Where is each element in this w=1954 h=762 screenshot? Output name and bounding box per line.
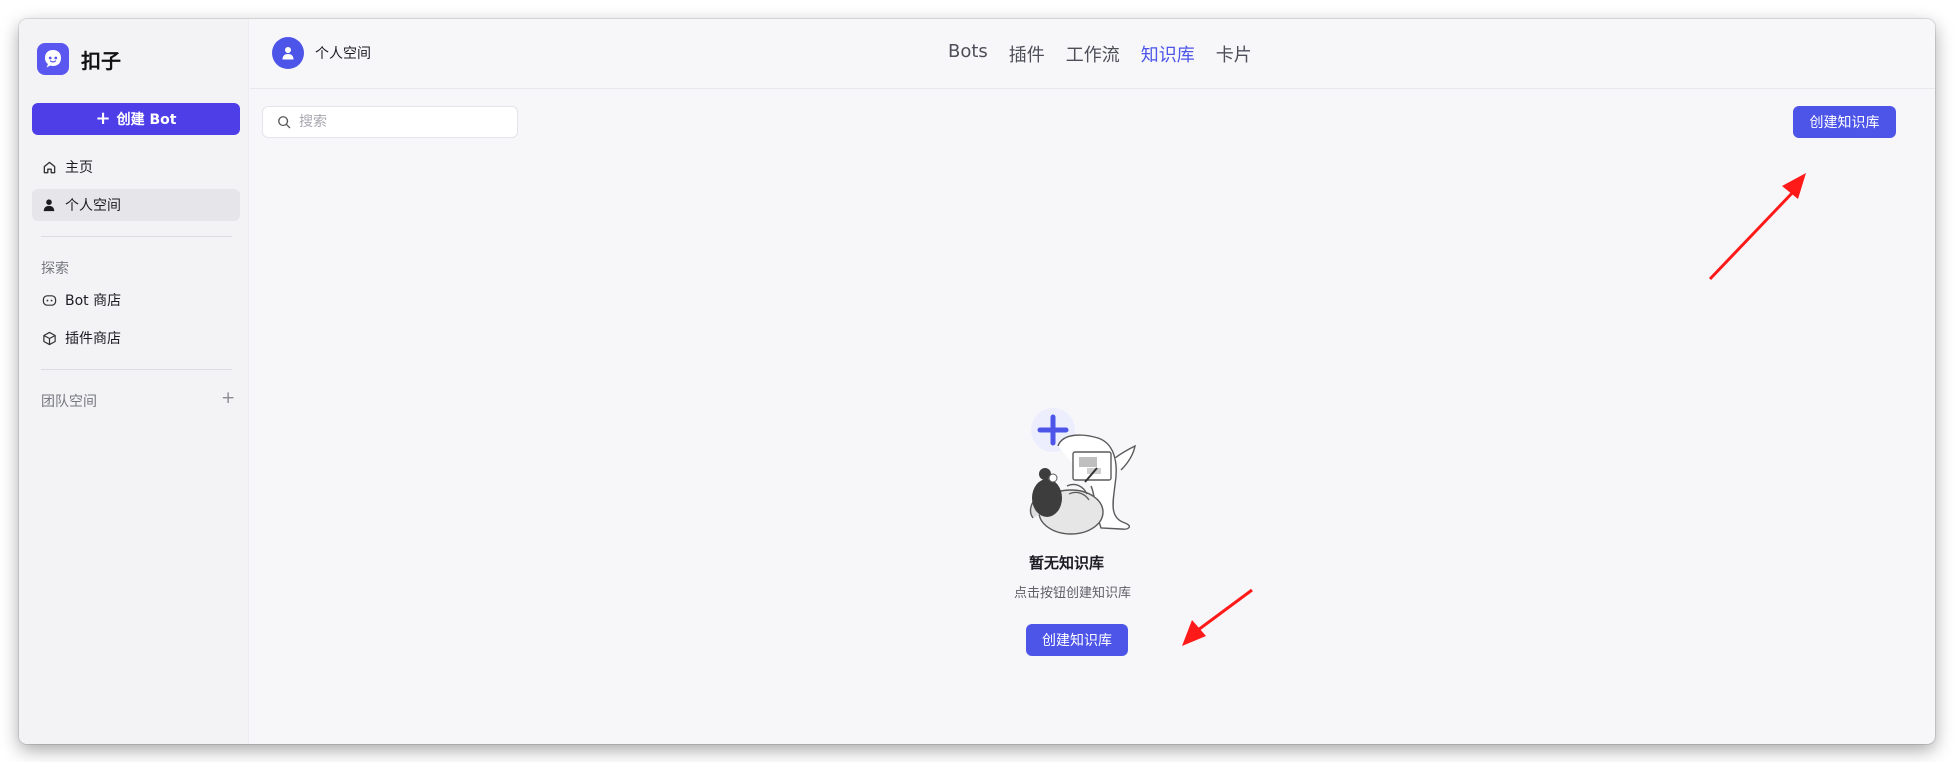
sidebar-item-personal-space[interactable]: 个人空间 <box>32 189 240 221</box>
create-bot-button[interactable]: + 创建 Bot <box>32 103 240 135</box>
search-input[interactable] <box>299 114 499 130</box>
sidebar-item-home[interactable]: 主页 <box>32 151 240 183</box>
top-bar: 个人空间 Bots 插件 工作流 知识库 卡片 <box>250 19 1935 89</box>
sidebar-item-label: 个人空间 <box>65 198 121 214</box>
sidebar-item-bot-store[interactable]: Bot 商店 <box>32 284 240 316</box>
sidebar-item-plugin-store[interactable]: 插件商店 <box>32 322 240 354</box>
sidebar-item-label: 插件商店 <box>65 331 121 347</box>
tab-plugins[interactable]: 插件 <box>1009 41 1045 67</box>
sidebar-divider <box>41 236 232 237</box>
cube-icon <box>41 330 57 346</box>
user-icon <box>41 197 57 213</box>
sidebar-divider <box>41 369 232 370</box>
search-box[interactable] <box>262 106 518 138</box>
brand-name: 扣子 <box>81 48 121 73</box>
empty-state-illustration <box>1003 390 1153 548</box>
sidebar: 扣子 + 创建 Bot 主页 个人空间 探索 Bot 商店 插件商店 团队空间 … <box>19 19 249 744</box>
tab-workflows[interactable]: 工作流 <box>1066 41 1120 67</box>
tab-knowledge-base[interactable]: 知识库 <box>1141 41 1195 67</box>
create-bot-label: 创建 Bot <box>116 112 177 128</box>
empty-state-subtitle: 点击按钮创建知识库 <box>1014 586 1132 601</box>
coze-logo-icon <box>37 43 69 75</box>
empty-state-title: 暂无知识库 <box>1029 554 1105 572</box>
sidebar-item-label: Bot 商店 <box>65 293 122 309</box>
user-icon <box>282 47 294 60</box>
plus-icon: + <box>95 108 111 129</box>
workspace-name: 个人空间 <box>315 46 371 62</box>
bot-icon <box>41 292 57 308</box>
sidebar-item-label: 主页 <box>65 160 93 176</box>
brand[interactable]: 扣子 <box>37 42 121 76</box>
create-knowledge-base-button[interactable]: 创建知识库 <box>1793 106 1896 138</box>
create-knowledge-base-empty-button[interactable]: 创建知识库 <box>1026 624 1128 656</box>
team-space-label: 团队空间 <box>41 394 97 410</box>
tab-cards[interactable]: 卡片 <box>1216 41 1252 67</box>
tab-bar: Bots 插件 工作流 知识库 卡片 <box>948 41 1252 67</box>
search-icon <box>278 116 291 129</box>
explore-section-label: 探索 <box>41 261 69 277</box>
tab-bots[interactable]: Bots <box>948 41 988 67</box>
home-icon <box>41 159 57 175</box>
workspace-avatar[interactable] <box>272 37 304 69</box>
add-team-icon[interactable]: + <box>221 390 235 407</box>
